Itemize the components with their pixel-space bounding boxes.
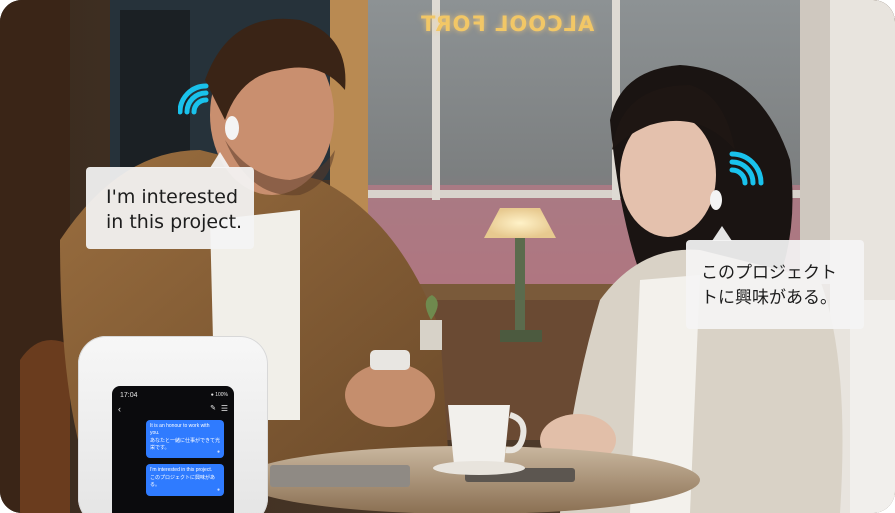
message-bubble: It is an honour to work with you. あなたと一緒… bbox=[146, 420, 224, 458]
menu-icon[interactable]: ☰ bbox=[221, 404, 228, 413]
message-source: I'm interested in this project. bbox=[150, 467, 213, 473]
screen-toolbar: ‹ ✎ ☰ bbox=[118, 404, 228, 416]
wifi-icon: ● bbox=[210, 392, 214, 398]
message-translation: このプロジェクトに興味がある。 bbox=[150, 475, 216, 488]
sound-wave-icon bbox=[178, 83, 209, 115]
japanese-line-2: トに興味がある。 bbox=[701, 288, 837, 308]
bubble-tail bbox=[210, 152, 230, 168]
sound-wave-icon bbox=[729, 151, 764, 186]
battery-level: ● 100% bbox=[211, 392, 228, 398]
device-screen: 17:04 ● 100% ‹ ✎ ☰ It is an honour to wo… bbox=[112, 386, 234, 513]
playback-icon[interactable]: ● bbox=[217, 449, 220, 456]
message-bubble: I'm interested in this project. このプロジェクト… bbox=[146, 464, 224, 496]
english-line-2: in this project. bbox=[106, 211, 243, 233]
japanese-line-1: このプロジェクト bbox=[701, 263, 837, 283]
message-source: It is an honour to work with you. bbox=[150, 423, 210, 436]
bubble-tail bbox=[712, 226, 732, 241]
photo-frame: ALCOOL FORT I'm interested in this proje… bbox=[0, 0, 895, 513]
japanese-speech-bubble: このプロジェクト トに興味がある。 bbox=[686, 240, 864, 329]
back-icon[interactable]: ‹ bbox=[118, 404, 121, 414]
translator-device: 17:04 ● 100% ‹ ✎ ☰ It is an honour to wo… bbox=[78, 336, 268, 513]
edit-icon[interactable]: ✎ bbox=[210, 404, 216, 412]
english-speech-bubble: I'm interested in this project. bbox=[86, 167, 254, 249]
message-translation: あなたと一緒に仕事ができて光栄です。 bbox=[150, 438, 221, 451]
playback-icon[interactable]: ● bbox=[217, 487, 220, 494]
english-line-1: I'm interested bbox=[106, 186, 239, 208]
battery-value: 100% bbox=[215, 392, 228, 398]
status-time: 17:04 bbox=[120, 392, 138, 399]
neon-sign: ALCOOL FORT bbox=[420, 12, 595, 36]
